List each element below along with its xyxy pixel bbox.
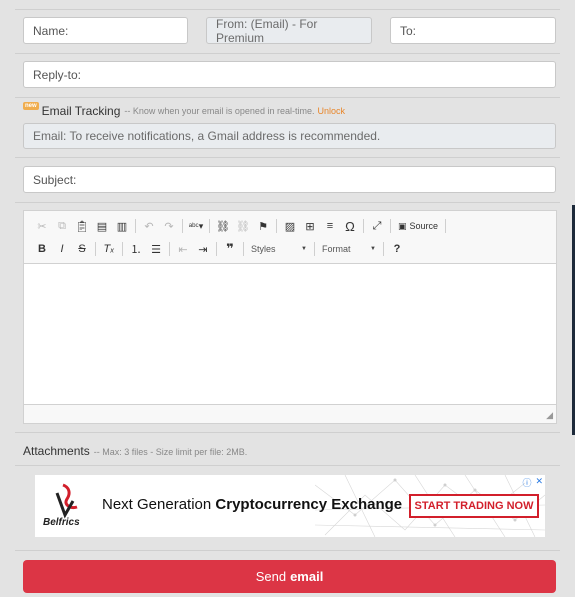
undo-icon[interactable]: ↶: [139, 216, 159, 236]
special-char-icon[interactable]: Ω: [340, 216, 360, 236]
from-field: From: (Email) - For Premium: [206, 17, 372, 45]
reply-to-field[interactable]: Reply-to:: [23, 61, 556, 88]
cut-icon[interactable]: ✂: [32, 216, 52, 236]
new-badge: new: [23, 102, 39, 110]
source-icon: ▣: [398, 220, 407, 231]
styles-dropdown[interactable]: Styles ▼: [247, 240, 311, 258]
divider: [15, 97, 560, 98]
toolbar-separator: [445, 219, 447, 233]
attachments-section: Attachments -- Max: 3 files - Size limit…: [23, 444, 247, 458]
email-tracking-header: new Email Tracking -- Know when your ema…: [23, 102, 345, 118]
unlock-link[interactable]: Unlock: [317, 106, 345, 116]
chevron-down-icon: ▼: [370, 246, 376, 252]
source-button[interactable]: ▣ Source: [394, 216, 442, 236]
divider: [15, 53, 560, 54]
link-icon[interactable]: ⛓: [213, 216, 233, 236]
paste-word-icon[interactable]: ▥: [112, 216, 132, 236]
rich-text-editor: ✂ ⧉ 📋︎ ▤ ▥ ↶ ↷ ᵃᵇᶜ▾ ⛓ ⛓ ⚑ ▨ ⊞ ≡ Ω ⤢ ▣ Sou…: [23, 210, 557, 424]
editor-toolbar: ✂ ⧉ 📋︎ ▤ ▥ ↶ ↷ ᵃᵇᶜ▾ ⛓ ⛓ ⚑ ▨ ⊞ ≡ Ω ⤢ ▣ Sou…: [24, 211, 556, 264]
ad-headline: Next Generation Cryptocurrency Exchange: [102, 496, 403, 513]
ad-cta-button[interactable]: START TRADING NOW: [409, 494, 539, 518]
divider: [15, 9, 560, 10]
divider: [15, 465, 560, 466]
ad-close-icon[interactable]: ✕: [535, 476, 543, 489]
toolbar-separator: [95, 242, 96, 256]
ad-info-icon[interactable]: ⓘ: [522, 476, 531, 489]
attachments-note: -- Max: 3 files - Size limit per file: 2…: [93, 447, 248, 457]
unlink-icon[interactable]: ⛓: [233, 216, 253, 236]
maximize-icon[interactable]: ⤢: [367, 216, 387, 236]
toolbar-separator: [135, 219, 136, 233]
editor-footer: ◢: [24, 404, 556, 423]
divider: [15, 157, 560, 158]
indent-icon[interactable]: ⇥: [193, 239, 213, 259]
toolbar-separator: [363, 219, 364, 233]
spellcheck-icon[interactable]: ᵃᵇᶜ▾: [186, 216, 206, 236]
resize-handle-icon[interactable]: ◢: [546, 410, 553, 421]
toolbar-separator: [390, 219, 391, 233]
help-icon[interactable]: ?: [387, 239, 407, 259]
blockquote-icon[interactable]: ❞: [220, 239, 240, 259]
toolbar-separator: [169, 242, 170, 256]
remove-format-icon[interactable]: Tₓ: [99, 239, 119, 259]
bulleted-list-icon[interactable]: ☰: [146, 239, 166, 259]
paste-text-icon[interactable]: ▤: [92, 216, 112, 236]
toolbar-separator: [383, 242, 384, 256]
toolbar-separator: [314, 242, 315, 256]
toolbar-separator: [182, 219, 183, 233]
to-field[interactable]: To:: [390, 17, 556, 44]
name-field[interactable]: Name:: [23, 17, 188, 44]
send-email-button[interactable]: Send email: [23, 560, 556, 593]
table-icon[interactable]: ⊞: [300, 216, 320, 236]
toolbar-row-2: B I S Tₓ ⒈ ☰ ⇤ ⇥ ❞ Styles ▼ Format ▼ ?: [32, 239, 407, 259]
divider: [15, 432, 560, 433]
divider: [15, 550, 560, 551]
bold-icon[interactable]: B: [32, 239, 52, 259]
outdent-icon[interactable]: ⇤: [173, 239, 193, 259]
ad-choices[interactable]: ⓘ ✕: [522, 476, 543, 489]
divider: [15, 202, 560, 203]
copy-icon[interactable]: ⧉: [52, 216, 72, 236]
toolbar-separator: [276, 219, 277, 233]
strike-icon[interactable]: S: [72, 239, 92, 259]
anchor-icon[interactable]: ⚑: [253, 216, 273, 236]
numbered-list-icon[interactable]: ⒈: [126, 239, 146, 259]
email-tracking-title: Email Tracking: [41, 104, 121, 118]
tracking-email-field: Email: To receive notifications, a Gmail…: [23, 123, 556, 149]
toolbar-separator: [243, 242, 244, 256]
subject-field[interactable]: Subject:: [23, 166, 556, 193]
format-dropdown[interactable]: Format ▼: [318, 240, 380, 258]
attachments-label[interactable]: Attachments: [23, 444, 90, 458]
toolbar-row-1: ✂ ⧉ 📋︎ ▤ ▥ ↶ ↷ ᵃᵇᶜ▾ ⛓ ⛓ ⚑ ▨ ⊞ ≡ Ω ⤢ ▣ Sou…: [32, 216, 449, 236]
chevron-down-icon: ▼: [301, 246, 307, 252]
ad-brand: Belfrics: [43, 517, 80, 528]
redo-icon[interactable]: ↷: [159, 216, 179, 236]
advertisement-banner[interactable]: Belfrics Next Generation Cryptocurrency …: [35, 475, 545, 537]
paste-icon[interactable]: 📋︎: [72, 216, 92, 236]
email-tracking-description: -- Know when your email is opened in rea…: [124, 106, 315, 116]
toolbar-separator: [209, 219, 210, 233]
toolbar-separator: [122, 242, 123, 256]
image-icon[interactable]: ▨: [280, 216, 300, 236]
horizontal-line-icon[interactable]: ≡: [320, 216, 340, 236]
italic-icon[interactable]: I: [52, 239, 72, 259]
editor-content-area[interactable]: [24, 264, 556, 405]
toolbar-separator: [216, 242, 217, 256]
